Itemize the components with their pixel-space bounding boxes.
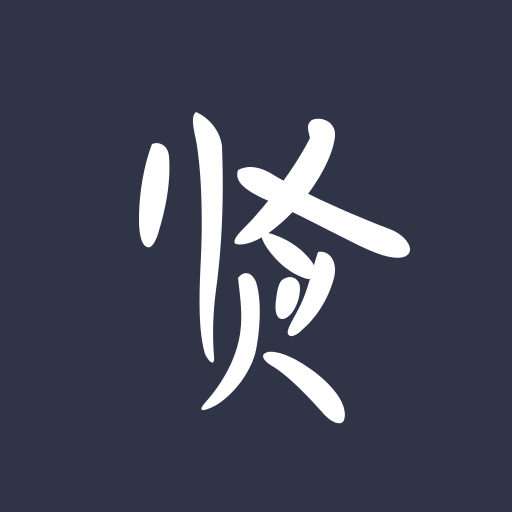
glyph-hook: [275, 277, 300, 320]
glyph-mid-stroke: [261, 232, 317, 280]
logo-glyph: [139, 112, 411, 424]
glyph-left-vertical: [139, 143, 170, 248]
glyph-strokes: [139, 112, 411, 424]
glyph-main-vertical: [192, 112, 223, 363]
glyph-bottom-foot: [263, 351, 345, 424]
logo-tile: 贤: [0, 0, 512, 512]
